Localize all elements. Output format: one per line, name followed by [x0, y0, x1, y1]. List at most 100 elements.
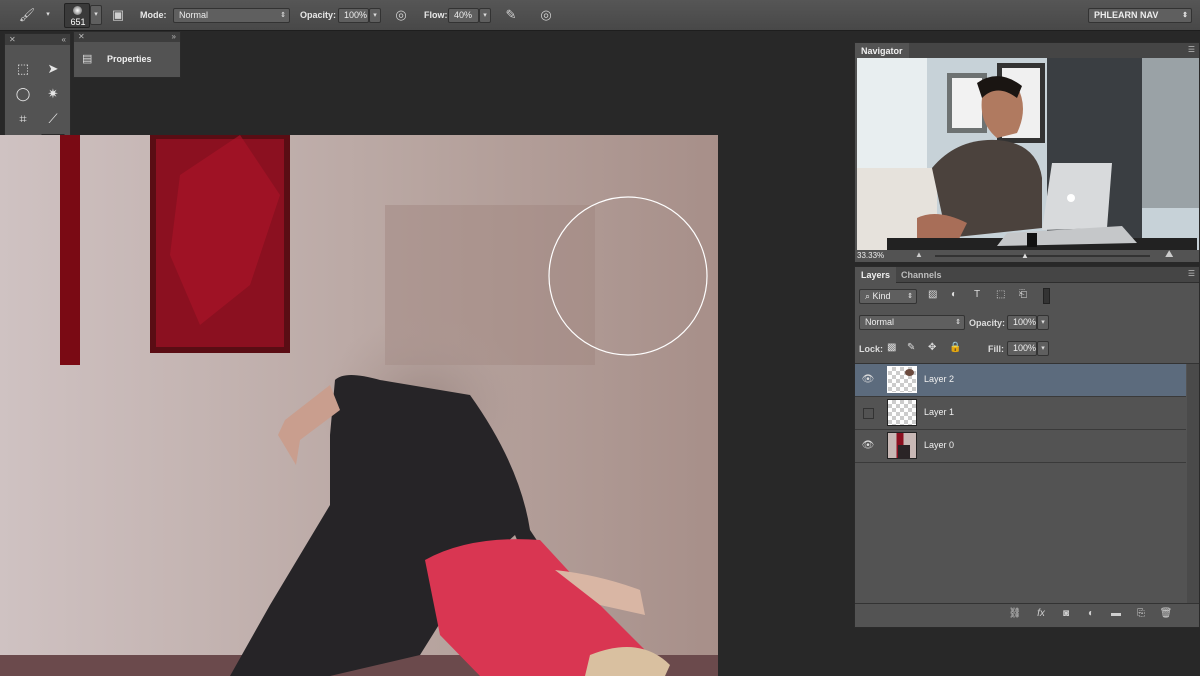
chevron-updown-icon: ⇕	[1182, 12, 1188, 19]
layer-filter-select[interactable]: ⌕ Kind ⇕	[859, 289, 917, 304]
paint-thumb-mark	[905, 369, 914, 376]
brush-preset-dropdown-arrow[interactable]: ▾	[90, 5, 102, 25]
layer-opacity-dropdown-arrow[interactable]: ▾	[1037, 315, 1049, 330]
filter-shape-icon[interactable]: ⬚	[996, 289, 1005, 300]
zoom-out-icon[interactable]: ▲	[915, 250, 923, 259]
panel-menu-icon[interactable]: ☰	[1188, 45, 1195, 54]
filter-smart-object-icon[interactable]: ⎗	[1019, 289, 1027, 300]
brush-panel-toggle-icon[interactable]: ▣	[109, 6, 127, 24]
chevron-updown-icon: ⇕	[280, 12, 286, 19]
lock-transparent-icon[interactable]: ▩	[887, 342, 896, 353]
filter-toggle[interactable]	[1043, 288, 1050, 304]
tab-navigator[interactable]: Navigator	[855, 43, 909, 59]
flow-field[interactable]: 40%	[448, 8, 479, 23]
layers-tabbar: Layers Channels ☰	[855, 267, 1199, 283]
eye-icon[interactable]: 👁	[861, 373, 875, 387]
navigator-panel: Navigator ☰ 33.33% ▲ ▲ ⛰	[854, 42, 1200, 262]
crop-tool-icon[interactable]: ⌗	[11, 108, 35, 130]
blend-mode-select[interactable]: Normal ⇕	[859, 315, 965, 330]
navigator-zoom-bar: 33.33% ▲ ▲ ⛰	[855, 249, 1199, 262]
layer-thumbnail[interactable]	[887, 399, 917, 426]
navigator-tabbar: Navigator ☰	[855, 43, 1199, 59]
delete-layer-icon[interactable]: 🗑	[1158, 607, 1174, 621]
layer-opacity-field[interactable]: 100%	[1007, 315, 1037, 330]
search-icon: ⌕	[865, 291, 873, 301]
adjustment-layer-icon[interactable]: ◐	[1083, 607, 1099, 621]
zoom-in-icon[interactable]: ⛰	[1165, 249, 1173, 260]
layer-row[interactable]: Layer 1	[855, 397, 1186, 430]
fill-label: Fill:	[988, 344, 1004, 354]
photo-artwork	[0, 135, 718, 676]
collapse-icon[interactable]: «	[62, 34, 66, 45]
magic-wand-tool-icon[interactable]: ✷	[41, 83, 65, 105]
document-canvas[interactable]	[0, 135, 718, 676]
properties-label[interactable]: Properties	[107, 54, 152, 64]
layer-name[interactable]: Layer 1	[924, 407, 954, 417]
properties-panel: ✕ » ▤ Properties	[73, 31, 181, 78]
chevron-updown-icon: ⇕	[955, 319, 961, 326]
workspace-switcher[interactable]: PHLEARN NAV ⇕	[1088, 8, 1192, 23]
lock-all-icon[interactable]: 🔒	[949, 342, 961, 353]
lock-image-icon[interactable]: ✎	[907, 342, 915, 353]
mode-select[interactable]: Normal ⇕	[173, 8, 290, 23]
properties-panel-header[interactable]: ✕ »	[74, 32, 180, 42]
zoom-slider[interactable]	[935, 255, 1150, 257]
add-mask-icon[interactable]: ◙	[1058, 607, 1074, 621]
flow-label: Flow:	[424, 10, 448, 20]
marquee-tool-icon[interactable]: ⬚	[11, 58, 35, 80]
layer-list-scrollbar[interactable]	[1187, 364, 1199, 604]
eye-icon[interactable]: 👁	[861, 439, 875, 453]
zoom-value: 33.33%	[857, 251, 885, 260]
airbrush-icon[interactable]: ✎	[502, 6, 520, 24]
pressure-size-icon[interactable]: ◎	[537, 6, 555, 24]
layer-name[interactable]: Layer 2	[924, 374, 954, 384]
layer-list: 👁 Layer 2 Layer 1 👁 Layer 0	[855, 363, 1199, 604]
filter-type-icon[interactable]: T	[974, 289, 980, 300]
layer-thumbnail[interactable]	[887, 366, 917, 393]
brush-tool-icon[interactable]: 🖌	[18, 6, 36, 24]
layer-row[interactable]: 👁 Layer 0	[855, 430, 1186, 463]
tools-panel-header[interactable]: ✕ «	[5, 34, 70, 45]
fx-icon[interactable]: fx	[1033, 607, 1049, 621]
panel-menu-icon[interactable]: ☰	[1188, 269, 1195, 278]
opacity-label: Opacity:	[300, 10, 337, 20]
navigator-thumbnail	[857, 58, 1199, 250]
tab-layers[interactable]: Layers	[855, 267, 897, 283]
zoom-slider-handle[interactable]: ▲	[1021, 251, 1029, 260]
chevron-updown-icon: ⇕	[907, 293, 913, 300]
link-layers-icon[interactable]: ⛓	[1007, 607, 1023, 621]
fill-field[interactable]: 100%	[1007, 341, 1037, 356]
lock-label: Lock:	[859, 344, 884, 354]
brush-preset-picker[interactable]: 651	[64, 3, 90, 28]
layer-row[interactable]: 👁 Layer 2	[855, 364, 1186, 397]
layers-footer: ⛓ fx ◙ ◐ ▬ ⎘ 🗑	[855, 603, 1199, 627]
close-icon[interactable]: ✕	[78, 32, 85, 41]
tab-channels[interactable]: Channels	[895, 267, 948, 283]
layer-opacity-label: Opacity:	[969, 318, 1006, 328]
opacity-dropdown-arrow[interactable]: ▾	[369, 8, 381, 23]
filter-adjustment-icon[interactable]: ◐	[951, 289, 957, 300]
visibility-toggle-empty[interactable]	[863, 408, 874, 419]
flow-dropdown-arrow[interactable]: ▾	[479, 8, 491, 23]
navigator-preview[interactable]	[857, 58, 1199, 250]
new-group-icon[interactable]: ▬	[1108, 607, 1124, 621]
options-bar: 🖌 ▾ 651 ▾ ▣ Mode: Normal ⇕ Opacity: 100%…	[0, 0, 1200, 31]
move-tool-icon[interactable]: ➤	[41, 58, 65, 80]
lock-position-icon[interactable]: ✥	[928, 342, 936, 353]
mode-label: Mode:	[140, 10, 167, 20]
lasso-tool-icon[interactable]: ◯	[11, 83, 35, 105]
fill-dropdown-arrow[interactable]: ▾	[1037, 341, 1049, 356]
layer-name[interactable]: Layer 0	[924, 440, 954, 450]
opacity-field[interactable]: 100%	[338, 8, 369, 23]
properties-icon[interactable]: ▤	[82, 52, 92, 65]
close-icon[interactable]: ✕	[9, 35, 16, 44]
tool-preset-dropdown-icon[interactable]: ▾	[42, 8, 54, 23]
expand-icon[interactable]: »	[172, 32, 176, 42]
layers-panel: Layers Channels ☰ ⌕ Kind ⇕ ▨ ◐ T ⬚ ⎗ Nor…	[854, 266, 1200, 628]
layer-thumbnail[interactable]	[887, 432, 917, 459]
new-layer-icon[interactable]: ⎘	[1133, 607, 1149, 621]
pressure-opacity-icon[interactable]: ◎	[392, 6, 410, 24]
filter-pixel-icon[interactable]: ▨	[928, 289, 937, 300]
eyedropper-tool-icon[interactable]: ⟋	[41, 108, 65, 130]
brush-tip-icon	[73, 6, 82, 15]
